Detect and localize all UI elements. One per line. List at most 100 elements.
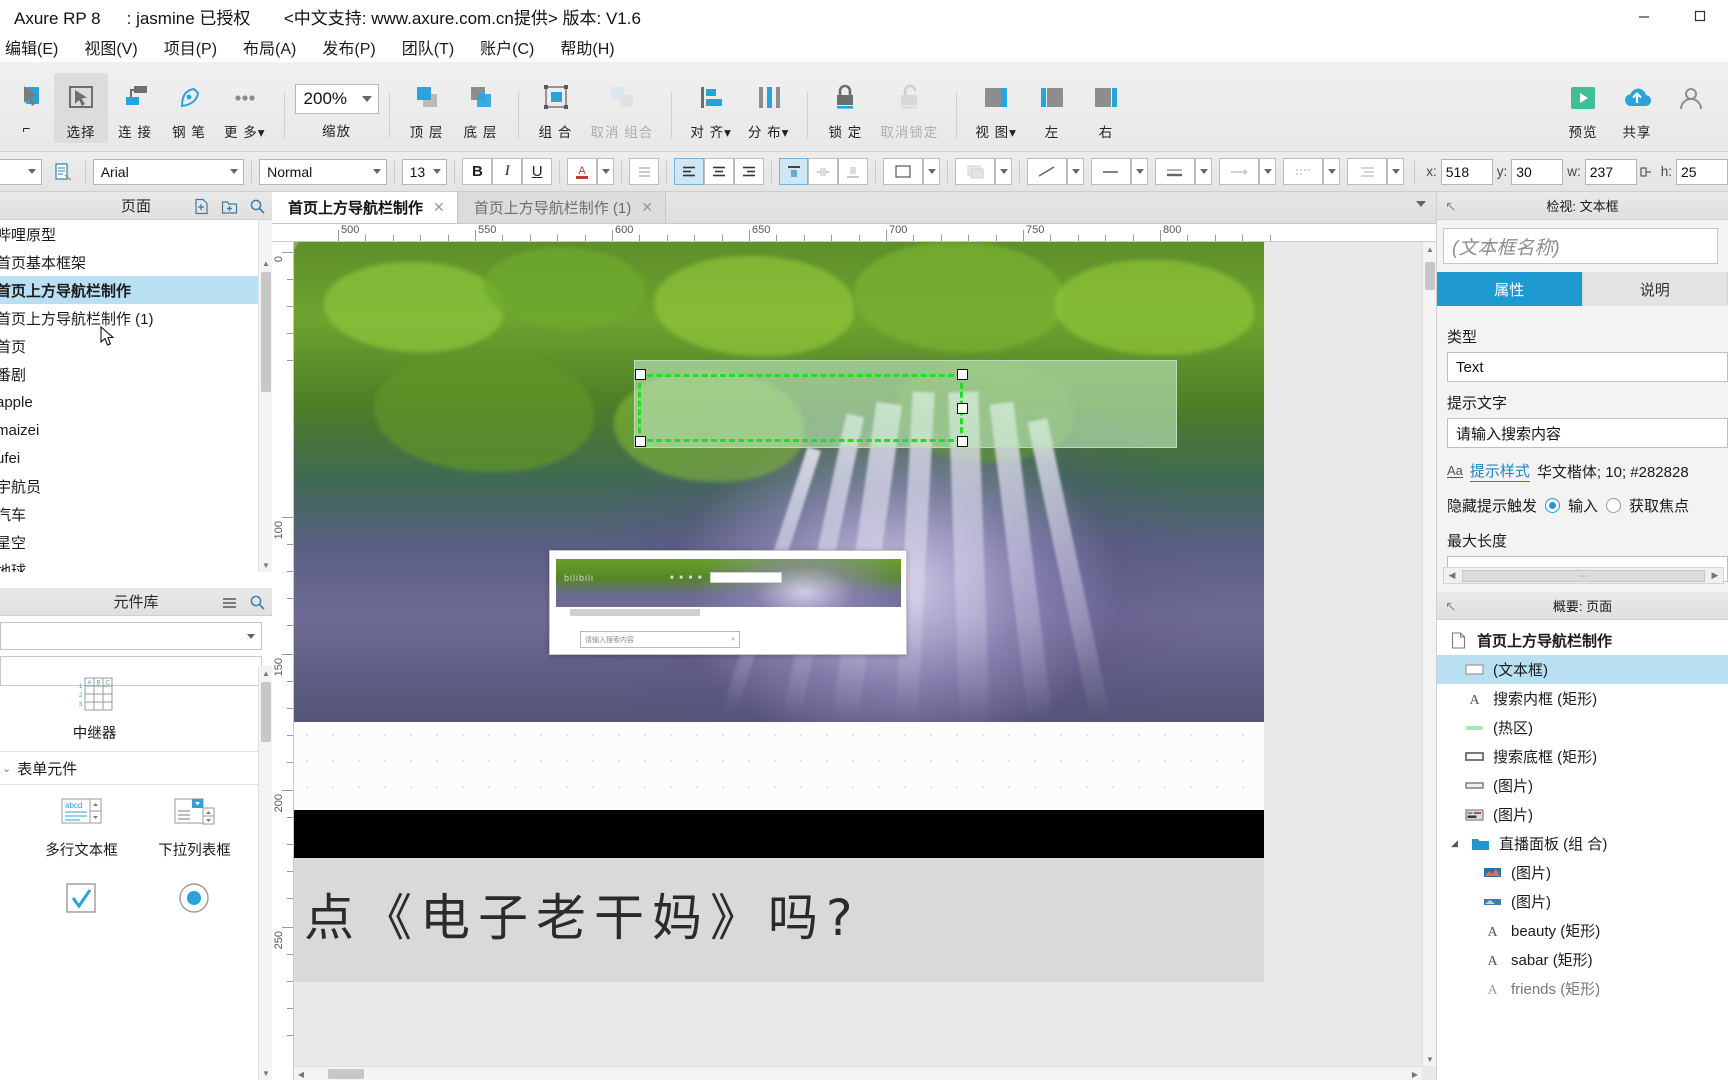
font-size-select[interactable]: 13 (401, 158, 448, 185)
resize-handle-tr[interactable] (957, 369, 968, 380)
menu-team[interactable]: 团队(T) (389, 32, 467, 62)
fill-color-button[interactable] (883, 158, 924, 185)
add-folder-icon[interactable] (220, 197, 238, 215)
library-section-form[interactable]: ⌄ 表单元件 (0, 751, 272, 785)
align-right-button[interactable] (733, 158, 764, 185)
indent-dropdown[interactable] (1387, 158, 1405, 185)
page-item-12[interactable]: 地球 (0, 556, 272, 573)
library-scrollbar[interactable]: ▲ ▼ (258, 666, 272, 1080)
page-item-5[interactable]: 番剧 (0, 360, 272, 388)
line-style-button[interactable] (1091, 158, 1132, 185)
distribute-button[interactable]: 分 布▾ (740, 73, 798, 143)
design-canvas[interactable]: 点《电子老干妈》吗? bilibili ■ ■ ■ ■ 请输入搜索内容 ⌕ (294, 242, 1422, 1066)
list-button[interactable] (629, 158, 659, 185)
menu-account[interactable]: 账户(C) (467, 32, 547, 62)
h-input[interactable] (1675, 158, 1728, 185)
hint-input[interactable]: 请输入搜索内容 (1447, 418, 1728, 448)
view-button[interactable]: 视 图▾ (967, 73, 1025, 143)
italic-button[interactable]: I (492, 158, 523, 185)
scroll-up-icon[interactable]: ▲ (259, 256, 272, 270)
canvas-vscrollbar[interactable]: ▲ ▼ (1422, 242, 1436, 1066)
canvas-vscroll-thumb[interactable] (1425, 262, 1435, 290)
menu-publish[interactable]: 发布(P) (309, 32, 388, 62)
valign-bottom-button[interactable] (838, 158, 869, 185)
outline-item-8[interactable]: (图片) (1437, 887, 1728, 916)
selected-textbox-outline[interactable] (635, 369, 968, 447)
outline-item-11[interactable]: A friends (矩形) (1437, 974, 1728, 1003)
points-dropdown[interactable] (1323, 158, 1341, 185)
bold-button[interactable]: B (462, 158, 493, 185)
pen-tool[interactable]: 钢 笔 (162, 73, 216, 143)
hide-hint-option-2[interactable]: 获取焦点 (1629, 495, 1689, 516)
lock-aspect-button[interactable] (1637, 158, 1657, 185)
tab-1[interactable]: 首页上方导航栏制作 (1) ✕ (457, 192, 666, 223)
tab-overflow-icon[interactable] (1416, 201, 1426, 207)
page-item-10[interactable]: 汽车 (0, 500, 272, 528)
right-panel-toggle[interactable]: 右 (1079, 73, 1133, 143)
page-item-1[interactable]: 首页基本框架 (0, 248, 272, 276)
menu-edit[interactable]: 编辑(E) (0, 32, 71, 62)
library-scroll-thumb[interactable] (261, 682, 271, 742)
font-color-button[interactable]: A (567, 158, 598, 185)
hide-hint-option-1[interactable]: 输入 (1568, 495, 1598, 516)
close-icon[interactable]: ✕ (641, 199, 653, 216)
pages-scroll-thumb[interactable] (261, 272, 271, 392)
menu-view[interactable]: 视图(V) (71, 32, 150, 62)
valign-top-button[interactable] (778, 158, 809, 185)
shadow-dropdown[interactable] (995, 158, 1013, 185)
outline-item-0[interactable]: (文本框) (1437, 655, 1728, 684)
pages-list[interactable]: 哔哩原型 首页基本框架 首页上方导航栏制作 首页上方导航栏制作 (1) 首页 番… (0, 220, 272, 572)
type-value[interactable]: Text (1447, 352, 1728, 382)
style-paint-button[interactable] (48, 158, 78, 185)
outline-item-6[interactable]: ◢ 直播面板 (组 合) (1437, 829, 1728, 858)
account-button[interactable] (1664, 73, 1718, 123)
library-item-checkbox[interactable] (25, 868, 138, 922)
arrow-style-button[interactable] (1219, 158, 1260, 185)
send-to-back-button[interactable]: 底 层 (454, 73, 508, 143)
menu-project[interactable]: 项目(P) (151, 32, 230, 62)
scroll-up-icon[interactable]: ▲ (1423, 242, 1437, 256)
inspector-scroll-thumb[interactable]: ⋯ (1462, 570, 1705, 582)
page-item-8[interactable]: ufei (0, 444, 272, 472)
select-tool-left[interactable]: ⌐ (0, 73, 54, 138)
resize-handle-tl[interactable] (635, 369, 646, 380)
pages-scrollbar[interactable]: ▲ ▼ (258, 220, 272, 572)
radio-focus[interactable] (1606, 498, 1622, 513)
group-button[interactable]: 组 合 (529, 73, 583, 143)
page-item-11[interactable]: 星空 (0, 528, 272, 556)
line-dropdown[interactable] (1067, 158, 1085, 185)
resize-handle-br[interactable] (957, 436, 968, 447)
scroll-up-icon[interactable]: ▲ (259, 666, 272, 680)
y-input[interactable] (1511, 158, 1564, 185)
menu-layout[interactable]: 布局(A) (230, 32, 309, 62)
line-color-button[interactable] (1027, 158, 1068, 185)
ungroup-button[interactable]: 取消 组合 (583, 73, 662, 143)
indent-button[interactable] (1347, 158, 1388, 185)
page-preview-thumbnail[interactable]: bilibili ■ ■ ■ ■ 请输入搜索内容 ⌕ (549, 550, 907, 655)
align-center-button[interactable] (703, 158, 734, 185)
outline-tree[interactable]: 首页上方导航栏制作 (文本框) A 搜索内框 (矩形) (热区) 搜索底框 (矩… (1437, 620, 1728, 1080)
connect-tool[interactable]: 连 接 (108, 73, 162, 143)
page-item-6[interactable]: apple (0, 388, 272, 416)
valign-middle-button[interactable] (808, 158, 839, 185)
lock-button[interactable]: 锁 定 (818, 73, 872, 143)
share-button[interactable]: 共享 (1610, 73, 1664, 143)
widget-name-input[interactable]: (文本框名称) (1443, 228, 1718, 264)
bring-to-front-button[interactable]: 顶 层 (400, 73, 454, 143)
outline-item-5[interactable]: (图片) (1437, 800, 1728, 829)
tab-properties[interactable]: 属性 (1437, 272, 1583, 306)
select-tool[interactable]: 选择 (54, 72, 108, 143)
outline-item-3[interactable]: 搜索底框 (矩形) (1437, 742, 1728, 771)
scroll-right-icon[interactable]: ▶ (1707, 570, 1723, 581)
outline-item-4[interactable]: (图片) (1437, 771, 1728, 800)
line-style-dropdown[interactable] (1131, 158, 1149, 185)
library-search-icon[interactable] (248, 593, 266, 611)
scroll-down-icon[interactable]: ▼ (1423, 1052, 1437, 1066)
zoom-select[interactable]: 200% (294, 83, 379, 114)
page-item-4[interactable]: 首页 (0, 332, 272, 360)
preview-search-field[interactable]: 请输入搜索内容 ⌕ (580, 631, 740, 648)
page-item-3[interactable]: 首页上方导航栏制作 (1) (0, 304, 272, 332)
scroll-left-icon[interactable]: ◀ (294, 1067, 308, 1080)
tab-0[interactable]: 首页上方导航栏制作 ✕ (272, 192, 458, 223)
font-weight-select[interactable]: Normal (259, 158, 387, 185)
